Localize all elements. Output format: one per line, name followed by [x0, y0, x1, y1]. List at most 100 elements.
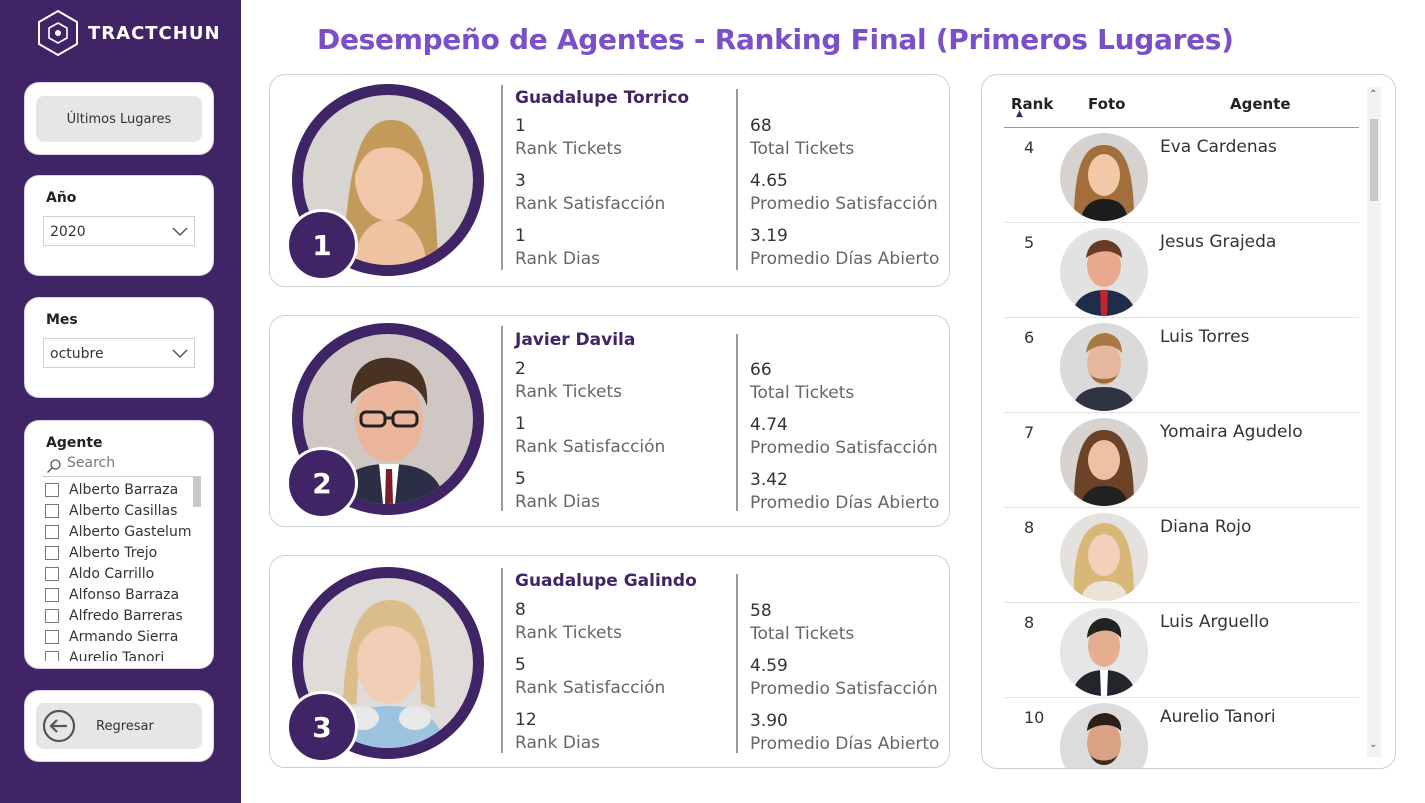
agent-list-item[interactable]: Alberto Casillas	[45, 500, 213, 521]
agent-search-input[interactable]: Search	[43, 455, 201, 477]
metric-value: 1	[515, 226, 526, 246]
agent-list-label: Alberto Casillas	[69, 502, 178, 519]
agent-list-item[interactable]: Alberto Barraza	[45, 479, 213, 500]
rank-tickets-metric: 2 Rank Tickets	[515, 358, 622, 404]
metric-value: 8	[515, 600, 526, 620]
divider	[736, 334, 738, 511]
metric-label: Promedio Satisfacción	[750, 679, 938, 699]
agent-checkbox[interactable]	[45, 524, 59, 539]
total-tickets-metric: 68 Total Tickets	[750, 115, 854, 161]
metric-label: Promedio Días Abierto	[750, 493, 940, 513]
table-row[interactable]: 5 Jesus Grajeda	[1004, 223, 1359, 318]
metric-label: Rank Satisfacción	[515, 194, 666, 214]
metric-label: Rank Dias	[515, 733, 600, 753]
agent-list-item[interactable]: Alberto Trejo	[45, 542, 213, 563]
agent-list-label: Alfredo Barreras	[69, 607, 183, 624]
agent-checkbox[interactable]	[45, 629, 59, 644]
table-row[interactable]: 8 Luis Arguello	[1004, 603, 1359, 698]
metric-label: Rank Satisfacción	[515, 437, 666, 457]
year-dropdown[interactable]: 2020	[43, 216, 195, 246]
metric-value: 68	[750, 116, 772, 136]
podium-card-1: 1 Guadalupe Torrico 1 Rank Tickets 3 Rank …	[269, 74, 950, 287]
back-button[interactable]: Regresar	[36, 703, 202, 749]
agent-list: Alberto Barraza Alberto Casillas Alberto…	[45, 479, 213, 661]
row-agent-name: Luis Arguello	[1160, 612, 1270, 632]
column-header-photo[interactable]: Foto	[1088, 95, 1125, 113]
table-row[interactable]: 7 Yomaira Agudelo	[1004, 413, 1359, 508]
sort-ascending-icon: ▲	[1016, 109, 1023, 119]
metric-label: Rank Dias	[515, 492, 600, 512]
metric-label: Rank Satisfacción	[515, 678, 666, 698]
column-header-agent[interactable]: Agente	[1230, 95, 1291, 113]
agent-checkbox[interactable]	[45, 545, 59, 560]
metric-value: 4.59	[750, 656, 788, 676]
divider	[736, 89, 738, 270]
agent-checkbox[interactable]	[45, 482, 59, 497]
row-agent-name: Yomaira Agudelo	[1160, 422, 1303, 442]
agent-checkbox[interactable]	[45, 566, 59, 581]
agent-list-scrollbar[interactable]	[193, 477, 201, 507]
agent-list-item[interactable]: Aldo Carrillo	[45, 563, 213, 584]
metric-value: 3.19	[750, 226, 788, 246]
agent-list-item[interactable]: Alfonso Barraza	[45, 584, 213, 605]
rank-satisfaction-metric: 5 Rank Satisfacción	[515, 654, 665, 700]
metric-label: Rank Tickets	[515, 139, 623, 159]
metric-label: Rank Tickets	[515, 623, 623, 643]
rank-days-metric: 1 Rank Dias	[515, 225, 600, 271]
month-dropdown[interactable]: octubre	[43, 338, 195, 368]
table-row[interactable]: 4 Eva Cardenas	[1004, 128, 1359, 223]
divider	[501, 326, 503, 511]
avg-days-open-metric: 3.42 Promedio Días Abierto	[750, 469, 939, 515]
chevron-down-icon	[172, 349, 188, 359]
metric-label: Promedio Días Abierto	[750, 249, 940, 269]
metric-label: Total Tickets	[750, 139, 855, 159]
metric-value: 1	[515, 414, 526, 434]
agent-list-item[interactable]: Armando Sierra	[45, 626, 213, 647]
metric-value: 5	[515, 469, 526, 489]
table-scrollbar[interactable]: ⌃ ⌄	[1367, 87, 1381, 757]
divider	[501, 568, 503, 753]
agent-name: Javier Davila	[515, 330, 636, 350]
table-row[interactable]: 8 Diana Rojo	[1004, 508, 1359, 603]
metric-value: 1	[515, 116, 526, 136]
divider	[736, 574, 738, 753]
metric-value: 3.90	[750, 711, 788, 731]
search-icon	[47, 459, 61, 473]
rank-satisfaction-metric: 1 Rank Satisfacción	[515, 413, 665, 459]
year-dropdown-value: 2020	[50, 224, 86, 240]
metric-value: 4.65	[750, 171, 788, 191]
metric-value: 12	[515, 710, 537, 730]
column-header-rank[interactable]: Rank ▲	[1011, 95, 1053, 119]
year-filter-title: Año	[46, 190, 77, 206]
row-agent-name: Eva Cardenas	[1160, 137, 1277, 157]
rank-tickets-metric: 1 Rank Tickets	[515, 115, 622, 161]
metric-label: Promedio Satisfacción	[750, 438, 938, 458]
agent-checkbox[interactable]	[45, 587, 59, 602]
rank-badge: 1	[286, 209, 358, 281]
agent-avatar	[1060, 228, 1148, 316]
agent-list-item[interactable]: Alfredo Barreras	[45, 605, 213, 626]
agent-list-item[interactable]: Aurelio Tanori	[45, 647, 213, 661]
row-agent-name: Diana Rojo	[1160, 517, 1252, 537]
table-row[interactable]: 6 Luis Torres	[1004, 318, 1359, 413]
avg-satisfaction-metric: 4.74 Promedio Satisfacción	[750, 414, 938, 460]
table-row[interactable]: 10 Aurelio Tanori	[1004, 698, 1359, 768]
podium-card-3: 3 Guadalupe Galindo 8 Rank Tickets 5 Rank …	[269, 555, 950, 768]
avg-days-open-metric: 3.19 Promedio Días Abierto	[750, 225, 939, 271]
back-card: Regresar	[25, 691, 213, 761]
row-rank: 10	[1024, 708, 1045, 727]
agent-list-label: Alfonso Barraza	[69, 586, 180, 603]
scroll-up-icon[interactable]: ⌃	[1369, 89, 1377, 100]
agent-avatar	[1060, 703, 1148, 768]
agent-checkbox[interactable]	[45, 503, 59, 518]
last-places-button[interactable]: Últimos Lugares	[36, 96, 202, 142]
agent-checkbox[interactable]	[45, 608, 59, 623]
row-rank: 8	[1024, 613, 1035, 632]
scroll-down-icon[interactable]: ⌄	[1369, 739, 1377, 750]
rank-tickets-metric: 8 Rank Tickets	[515, 599, 622, 645]
rank-days-metric: 12 Rank Dias	[515, 709, 600, 755]
scrollbar-thumb[interactable]	[1370, 119, 1378, 201]
agent-list-item[interactable]: Alberto Gastelum	[45, 521, 213, 542]
metric-label: Promedio Días Abierto	[750, 734, 940, 754]
agent-checkbox[interactable]	[45, 650, 59, 661]
